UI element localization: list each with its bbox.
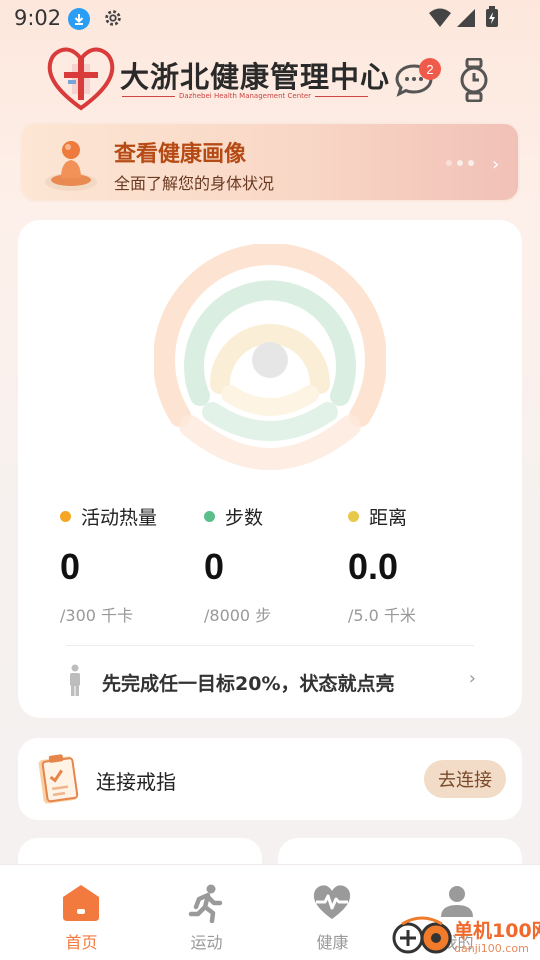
distance-dot [348,510,359,522]
goal-tip-row[interactable]: 先完成任一目标20%，状态就点亮 › [66,662,476,698]
heartbeat-icon [313,885,351,919]
carousel-dots [446,160,474,166]
metric-goal: /5.0 千米 [348,606,416,625]
tab-label: 运动 [190,933,223,952]
clipboard-icon [38,754,79,804]
logo-subtitle-text: Dazhebei Health Management Center [178,92,312,100]
status-bar: 9:02 [0,0,540,36]
activity-metrics: 活动热量 0 /300 千卡 步数 0 /8000 步 距离 0.0 /5.0 … [60,504,500,625]
tab-label: 健康 [316,933,349,952]
watch-icon[interactable] [458,58,490,102]
status-time: 9:02 [14,6,62,30]
person-figure-icon [70,664,80,696]
metric-distance[interactable]: 距离 0.0 /5.0 千米 [348,504,488,625]
chevron-right-icon: › [468,668,476,689]
battery-icon [486,6,498,27]
metric-calories[interactable]: 活动热量 0 /300 千卡 [60,504,200,625]
divider [66,645,474,646]
app-header: 大浙北健康管理中心 Dazhebei Health Management Cen… [0,40,540,112]
metric-label: 步数 [225,506,264,529]
tab-label: 首页 [65,933,98,952]
signal-icon [457,9,475,27]
home-icon [63,885,99,921]
calories-dot [60,510,71,522]
watermark-logo-icon [392,916,452,954]
tab-health[interactable]: 健康 [265,865,400,960]
message-badge: 2 [419,58,441,80]
health-figure-icon [45,141,97,191]
logo-heart-icon [47,47,115,111]
steps-dot [204,510,215,522]
watermark-text: 单机100网 [454,920,540,942]
activity-card: 活动热量 0 /300 千卡 步数 0 /8000 步 距离 0.0 /5.0 … [18,220,522,718]
metric-label: 距离 [369,506,408,529]
metric-goal: /300 千卡 [60,606,134,625]
watermark-url: danji100.com [454,942,529,955]
gear-icon [105,10,121,26]
watermark: 单机100网 danji100.com [392,912,540,960]
logo-subtitle: Dazhebei Health Management Center [122,90,368,102]
health-portrait-banner[interactable]: 查看健康画像 全面了解您的身体状况 › [20,122,520,202]
download-icon [68,8,90,30]
connect-ring-label: 连接戒指 [96,770,176,794]
tab-exercise[interactable]: 运动 [139,865,274,960]
running-icon [188,884,223,923]
metric-value: 0 [60,546,81,587]
banner-subtitle: 全面了解您的身体状况 [114,174,275,193]
metric-steps[interactable]: 步数 0 /8000 步 [204,504,344,625]
chevron-right-icon: › [492,154,500,175]
goal-tip-text: 先完成任一目标20%，状态就点亮 [102,673,395,695]
metric-value: 0 [204,546,225,587]
metric-goal: /8000 步 [204,606,272,625]
wifi-icon [429,8,451,27]
go-connect-button[interactable]: 去连接 [424,760,506,798]
metric-label: 活动热量 [81,506,158,529]
tab-home[interactable]: 首页 [14,865,149,960]
activity-rings [154,244,386,470]
metric-value: 0.0 [348,546,399,587]
connect-ring-card[interactable]: 连接戒指 去连接 [18,738,522,820]
banner-title: 查看健康画像 [114,142,247,167]
